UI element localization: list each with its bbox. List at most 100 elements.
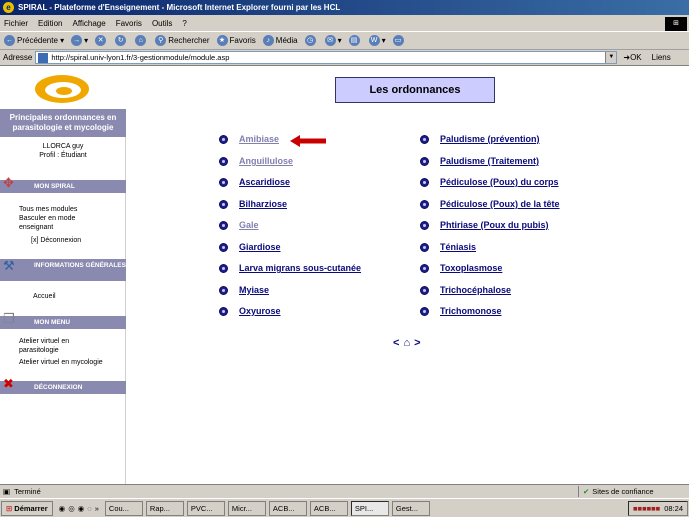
forward-button[interactable]: → ▾ [71,35,88,46]
link-myiase[interactable]: Myiase [239,285,269,295]
link-teniasis[interactable]: Téniasis [440,242,476,252]
link-toxoplasmose[interactable]: Toxoplasmose [440,263,502,273]
list-item[interactable]: Gale [219,220,259,230]
taskbar-item[interactable]: Cou... [104,500,143,516]
link-trichomonose[interactable]: Trichomonose [440,306,502,316]
refresh-button[interactable]: ↻ [115,35,128,46]
user-info: LLORCA guy Profil : Étudiant [0,142,126,160]
link-pediculose-corps[interactable]: Pédiculose (Poux) du corps [440,177,559,187]
discuss-icon: ▭ [392,35,404,46]
address-input[interactable]: http://spiral.univ-lyon1.fr/3-gestionmod… [35,51,618,64]
taskbar-item[interactable]: Gest... [391,500,430,516]
taskbar-item[interactable]: ACB... [309,500,348,516]
link-larva-migrans[interactable]: Larva migrans sous-cutanée [239,263,361,273]
menu-edition[interactable]: Edition [38,19,62,28]
back-button[interactable]: ← Précédente ▾ [4,35,64,46]
media-icon: ♪ [262,35,274,46]
link-giardiose[interactable]: Giardiose [239,242,281,252]
taskbar-item[interactable]: ACB... [268,500,307,516]
list-item[interactable]: Ascaridiose [219,177,290,187]
sidebar-item-basculer[interactable]: Basculer en mode enseignant [0,214,110,232]
spiral-logo-icon [35,75,89,103]
list-item[interactable]: Myiase [219,285,269,295]
sidebar-item-atelier-parasitologie[interactable]: Atelier virtuel en parasitologie [0,337,100,355]
list-item[interactable]: Oxyurose [219,306,281,316]
security-zone: ✔ Sites de confiance [578,486,654,497]
sidebar-item-deconnexion[interactable]: [x] Déconnexion [0,236,126,245]
media-button[interactable]: ♪ Média [262,35,298,46]
list-item[interactable]: Bilharziose [219,199,287,209]
print-button[interactable]: ▤ [348,35,362,46]
red-arrow-icon [290,135,326,147]
link-phtiriase[interactable]: Phtiriase (Poux du pubis) [440,220,549,230]
history-button[interactable]: ◷ [304,35,318,46]
bullet-icon [420,199,429,209]
section-deconnexion[interactable]: ✖ DÉCONNEXION [0,377,126,394]
stop-button[interactable]: ✕ [95,35,108,46]
start-button[interactable]: ⊞ Démarrer [1,500,53,516]
menu-fichier[interactable]: Fichier [4,19,28,28]
menu-affichage[interactable]: Affichage [72,19,105,28]
chevron-down-icon[interactable]: ▼ [605,52,617,63]
ie-icon: e [3,2,14,13]
list-item[interactable]: Larva migrans sous-cutanée [219,263,361,273]
bullet-icon [420,177,429,187]
link-anguillulose[interactable]: Anguillulose [239,156,293,166]
logo-area [0,67,126,109]
sidebar-item-tous-modules[interactable]: Tous mes modules [0,205,126,214]
history-icon: ◷ [304,35,316,46]
link-oxyurose[interactable]: Oxyurose [239,306,281,316]
link-paludisme-prevention[interactable]: Paludisme (prévention) [440,134,540,144]
home-icon[interactable]: ⌂ [403,337,410,349]
taskbar-item[interactable]: Micr... [227,500,266,516]
bullet-icon [420,156,429,166]
list-item[interactable]: Paludisme (prévention) [420,134,540,144]
quick-launch-icons[interactable]: ◉◎◉◌» [59,504,102,513]
status-page-icon: ▣ [3,487,11,496]
section-mon-menu: ❒ MON MENU [0,312,126,329]
menu-favoris[interactable]: Favoris [116,19,142,28]
list-item[interactable]: Pédiculose (Poux) de la tête [420,199,560,209]
tray-icons[interactable]: ■■■■■■ [633,504,660,513]
sidebar-item-atelier-mycologie[interactable]: Atelier virtuel en mycologie [0,358,126,367]
link-ascaridiose[interactable]: Ascaridiose [239,177,290,187]
title-bar: e SPIRAL - Plateforme d'Enseignement - M… [0,0,689,15]
menu-help[interactable]: ? [182,19,186,28]
list-item[interactable]: Toxoplasmose [420,263,502,273]
list-item[interactable]: Anguillulose [219,156,293,166]
list-item[interactable]: Trichocéphalose [420,285,511,295]
list-item[interactable]: Téniasis [420,242,476,252]
next-page-icon[interactable]: > [414,337,420,349]
sidebar-item-accueil[interactable]: Accueil [0,292,126,301]
list-item[interactable]: Paludisme (Traitement) [420,156,539,166]
link-amibiase[interactable]: Amibiase [239,134,279,144]
link-trichocephalose[interactable]: Trichocéphalose [440,285,511,295]
windows-logo-icon: ⊞ [665,17,687,31]
home-button[interactable]: ⌂ [135,35,148,46]
tools-icon: ⚒ [3,258,15,273]
discuss-button[interactable]: ▭ [392,35,406,46]
taskbar-item[interactable]: PVC... [186,500,225,516]
favorites-button[interactable]: ★ Favoris [216,35,256,46]
links-button[interactable]: Liens [652,53,671,62]
prev-page-icon[interactable]: < [393,337,399,349]
menu-outils[interactable]: Outils [152,19,172,28]
section-mon-spiral: ✥ MON SPIRAL [0,176,126,193]
link-gale[interactable]: Gale [239,220,259,230]
taskbar-item[interactable]: Rap... [145,500,184,516]
list-item[interactable]: Trichomonose [420,306,502,316]
bullet-icon [420,134,429,144]
mail-button[interactable]: ✉ ▾ [324,35,342,46]
list-item[interactable]: Phtiriase (Poux du pubis) [420,220,549,230]
windows-flag-icon: ⊞ [6,503,13,513]
list-item[interactable]: Giardiose [219,242,281,252]
link-pediculose-tete[interactable]: Pédiculose (Poux) de la tête [440,199,560,209]
list-item[interactable]: Pédiculose (Poux) du corps [420,177,559,187]
list-item[interactable]: Amibiase [219,134,279,144]
search-button[interactable]: ⚲ Rechercher [155,35,210,46]
link-bilharziose[interactable]: Bilharziose [239,199,287,209]
go-button[interactable]: ➜OK [623,53,641,62]
edit-button[interactable]: W ▾ [368,35,386,46]
taskbar-item-active[interactable]: SPI... [350,500,389,516]
link-paludisme-traitement[interactable]: Paludisme (Traitement) [440,156,539,166]
